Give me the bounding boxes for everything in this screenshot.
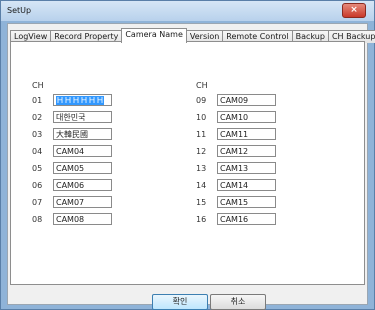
tab-camera-name[interactable]: Camera Name <box>121 28 187 43</box>
camera-name-input[interactable]: ＨＨＨＨＨＨ <box>53 94 112 106</box>
camera-name-input[interactable]: CAM09 <box>217 94 276 106</box>
camera-name-panel: CH CH 01 ＨＨＨＨＨＨ 02 대한민국 03 大韓民國 04 CAM04… <box>10 41 365 285</box>
channel-number: 15 <box>196 198 207 207</box>
channel-number: 09 <box>196 96 207 105</box>
channel-number: 05 <box>32 164 43 173</box>
camera-name-input[interactable]: CAM13 <box>217 162 276 174</box>
camera-name-input[interactable]: CAM05 <box>53 162 112 174</box>
title-bar[interactable]: SetUp × <box>1 1 374 21</box>
channel-number: 01 <box>32 96 43 105</box>
channel-number: 11 <box>196 130 207 139</box>
channel-number: 07 <box>32 198 43 207</box>
camera-name-input[interactable]: CAM11 <box>217 128 276 140</box>
channel-number: 04 <box>32 147 43 156</box>
camera-name-input[interactable]: CAM04 <box>53 145 112 157</box>
camera-name-input[interactable]: CAM12 <box>217 145 276 157</box>
camera-name-input[interactable]: 대한민국 <box>53 111 112 123</box>
camera-name-input[interactable]: CAM10 <box>217 111 276 123</box>
ok-button[interactable]: 확인 <box>152 294 208 310</box>
camera-name-input[interactable]: CAM07 <box>53 196 112 208</box>
channel-number: 02 <box>32 113 43 122</box>
channel-number: 13 <box>196 164 207 173</box>
channel-number: 12 <box>196 147 207 156</box>
camera-name-input[interactable]: CAM08 <box>53 213 112 225</box>
setup-window: SetUp × LogView Record Property Camera N… <box>0 0 375 310</box>
cancel-button[interactable]: 취소 <box>210 294 266 310</box>
camera-name-input[interactable]: CAM15 <box>217 196 276 208</box>
window-title: SetUp <box>7 6 32 15</box>
channel-number: 06 <box>32 181 43 190</box>
camera-name-input[interactable]: CAM06 <box>53 179 112 191</box>
close-button[interactable]: × <box>342 3 366 18</box>
ch-header-right: CH <box>196 81 208 90</box>
dialog-body: LogView Record Property Camera Name Vers… <box>7 23 375 310</box>
ch-header-left: CH <box>32 81 44 90</box>
channel-number: 14 <box>196 181 207 190</box>
channel-number: 16 <box>196 215 207 224</box>
camera-name-text: ＨＨＨＨＨＨ <box>56 96 104 105</box>
channel-number: 03 <box>32 130 43 139</box>
camera-name-input[interactable]: CAM16 <box>217 213 276 225</box>
camera-name-input[interactable]: CAM14 <box>217 179 276 191</box>
channel-number: 08 <box>32 215 43 224</box>
channel-number: 10 <box>196 113 207 122</box>
camera-name-input[interactable]: 大韓民國 <box>53 128 112 140</box>
tab-strip: LogView Record Property Camera Name Vers… <box>10 28 375 43</box>
